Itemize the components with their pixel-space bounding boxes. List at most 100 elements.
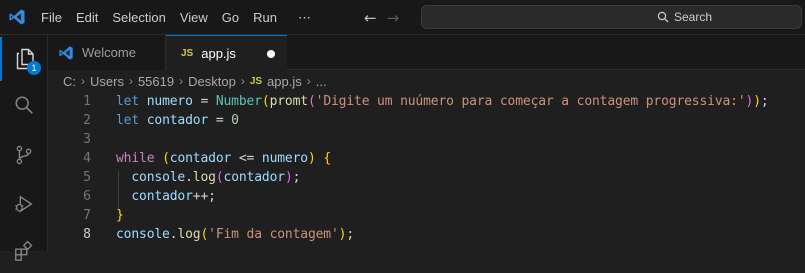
- code-line: 2 let contador = 0: [48, 111, 805, 130]
- chevron-right-icon: ›: [81, 74, 85, 88]
- breadcrumb-user-folder[interactable]: 55619: [138, 74, 174, 89]
- menu-view[interactable]: View: [173, 0, 215, 35]
- code-token: ;: [760, 94, 769, 109]
- code-token: (: [215, 170, 224, 185]
- code-token: ;: [346, 227, 355, 242]
- chevron-right-icon: ›: [128, 74, 133, 88]
- line-number: 4: [83, 151, 91, 166]
- code-token: (: [162, 151, 170, 166]
- breadcrumb-symbol[interactable]: ...: [316, 74, 327, 89]
- search-icon: [15, 96, 33, 114]
- javascript-file-icon: JS: [249, 75, 263, 87]
- menu-go[interactable]: Go: [215, 0, 246, 35]
- chevron-right-icon: ›: [240, 74, 245, 88]
- tab-welcome[interactable]: Welcome: [48, 35, 166, 70]
- line-number: 5: [83, 170, 91, 185]
- breadcrumb-drive[interactable]: C:: [63, 74, 76, 89]
- breadcrumb-users[interactable]: Users: [90, 74, 124, 89]
- menu-run[interactable]: Run: [246, 0, 284, 35]
- chevron-right-icon: ›: [179, 74, 184, 88]
- code-token: log: [177, 227, 201, 242]
- code-token: .: [185, 170, 193, 185]
- code-token: ++;: [192, 189, 216, 204]
- extensions-button[interactable]: [0, 229, 48, 273]
- code-text[interactable]: console.log('Fim da contagem');: [116, 225, 354, 244]
- code-token: {: [323, 151, 332, 166]
- breadcrumb-file[interactable]: app.js: [267, 74, 302, 89]
- title-bar: File Edit Selection View Go Run ⋯ ← → Se…: [0, 0, 805, 35]
- search-icon: [657, 11, 669, 23]
- code-editor[interactable]: 1 let numero = Number(promt('Digite um n…: [48, 92, 805, 251]
- code-token: numero: [146, 94, 193, 109]
- code-line: 4 while (contador <= numero) {: [48, 149, 805, 168]
- code-line: 6 contador++;: [48, 187, 805, 206]
- tab-app-js-label: app.js: [201, 46, 236, 61]
- vscode-logo-icon: [9, 9, 25, 25]
- code-token: promt: [269, 94, 309, 109]
- menu-more[interactable]: ⋯: [284, 0, 318, 35]
- code-token: }: [116, 208, 124, 223]
- vscode-icon: [59, 45, 73, 60]
- code-token: contador: [146, 113, 209, 128]
- chevron-right-icon: ›: [306, 74, 311, 88]
- run-debug-icon: [15, 195, 33, 213]
- menu-selection[interactable]: Selection: [105, 0, 172, 35]
- line-number: 8: [83, 227, 91, 242]
- code-token: 'Digite um nuúmero para começar a contag…: [315, 94, 746, 109]
- code-line: 5 console.log(contador);: [48, 168, 805, 187]
- code-token: 'Fim da contagem': [208, 227, 339, 242]
- search-label: Search: [674, 10, 713, 24]
- menu-edit[interactable]: Edit: [69, 0, 105, 35]
- source-control-icon: [16, 145, 32, 165]
- command-center-search[interactable]: Search: [421, 5, 802, 29]
- forward-arrow-icon[interactable]: →: [387, 9, 400, 27]
- explorer-button[interactable]: 1: [0, 37, 48, 81]
- code-token: =: [192, 94, 216, 109]
- code-token: (: [307, 94, 316, 109]
- code-token: console: [116, 227, 170, 242]
- breadcrumb-desktop[interactable]: Desktop: [188, 74, 236, 89]
- code-token: (: [200, 227, 209, 242]
- line-number: 1: [83, 94, 91, 109]
- source-control-button[interactable]: [0, 133, 48, 177]
- code-text[interactable]: let numero = Number(promt('Digite um nuú…: [116, 92, 769, 111]
- extensions-icon: [15, 240, 33, 261]
- line-number: 7: [83, 208, 91, 223]
- code-text[interactable]: }: [116, 206, 124, 225]
- code-token: let: [116, 113, 140, 128]
- code-token: contador: [131, 189, 193, 204]
- code-token: ): [284, 170, 293, 185]
- code-token: ): [753, 94, 761, 109]
- code-line: 1 let numero = Number(promt('Digite um n…: [48, 92, 805, 111]
- code-text[interactable]: console.log(contador);: [116, 168, 300, 187]
- code-text[interactable]: contador++;: [116, 187, 216, 206]
- navigation-arrows: ← →: [364, 0, 399, 35]
- search-view-button[interactable]: [0, 83, 48, 127]
- menu-bar: File Edit Selection View Go Run ⋯: [34, 0, 318, 35]
- code-token: Number: [215, 94, 262, 109]
- code-line: 7 }: [48, 206, 805, 225]
- code-token: ;: [292, 170, 301, 185]
- back-arrow-icon[interactable]: ←: [364, 9, 377, 27]
- line-number: 6: [83, 189, 91, 204]
- code-token: contador: [169, 151, 232, 166]
- code-text[interactable]: while (contador <= numero) {: [116, 149, 331, 168]
- code-text[interactable]: let contador = 0: [116, 111, 239, 130]
- run-debug-button[interactable]: [0, 182, 48, 226]
- explorer-badge: 1: [27, 61, 41, 75]
- menu-file[interactable]: File: [34, 0, 69, 35]
- tab-app-js[interactable]: JS app.js: [166, 35, 287, 71]
- tab-welcome-label: Welcome: [82, 45, 136, 60]
- code-token: let: [116, 94, 140, 109]
- code-token: 0: [231, 113, 239, 128]
- activity-bar: 1: [0, 35, 48, 261]
- unsaved-dot-icon[interactable]: [267, 50, 275, 58]
- code-token: (: [261, 94, 270, 109]
- line-number: 3: [83, 132, 91, 147]
- code-token: <=: [231, 151, 262, 166]
- editor-tab-bar: Welcome JS app.js: [48, 35, 805, 71]
